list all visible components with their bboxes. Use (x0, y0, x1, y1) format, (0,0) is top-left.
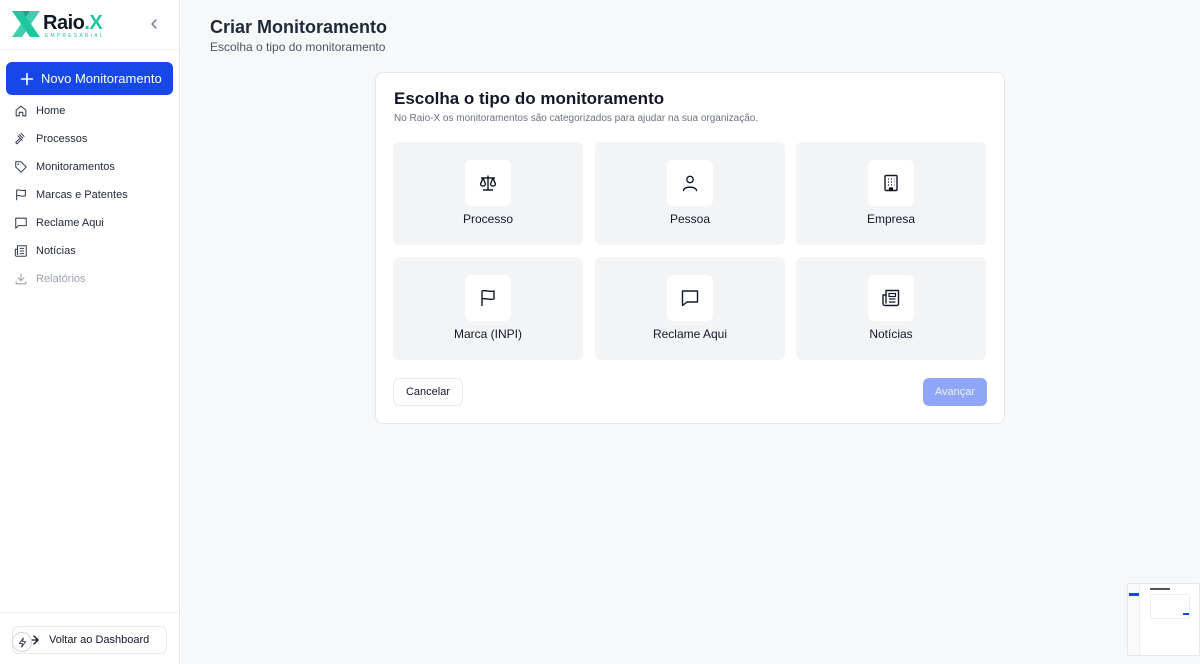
type-option-label: Pessoa (669, 212, 711, 226)
type-option-marca-inpi[interactable]: Marca (INPI) (393, 257, 583, 360)
type-option-label: Processo (462, 212, 514, 226)
sidebar-item-label: Reclame Aqui (36, 217, 104, 229)
sidebar: Raio.X EMPRESARIAL Novo Monitoramento Ho… (0, 0, 180, 664)
page-title: Criar Monitoramento (210, 17, 388, 37)
logo-row: Raio.X EMPRESARIAL (0, 0, 179, 50)
card-title: Escolha o tipo do monitoramento (394, 89, 665, 108)
next-button[interactable]: Avançar (923, 378, 987, 406)
sidebar-item-reclame-aqui[interactable]: Reclame Aqui (0, 209, 179, 237)
download-icon (15, 273, 27, 285)
card-description: No Raio-X os monitoramentos são categori… (394, 113, 759, 124)
thumbnail-title (1150, 588, 1170, 590)
logo-x-icon (12, 11, 40, 37)
sidebar-item-processos[interactable]: Processos (0, 125, 179, 153)
tile-icon-box (667, 160, 713, 206)
type-option-label: Reclame Aqui (652, 327, 728, 341)
logo[interactable]: Raio.X EMPRESARIAL (10, 9, 110, 41)
sidebar-item-home[interactable]: Home (0, 97, 179, 125)
type-option-label: Empresa (866, 212, 916, 226)
type-option-reclame-aqui[interactable]: Reclame Aqui (595, 257, 785, 360)
logo-subtitle: EMPRESARIAL (45, 33, 105, 39)
sidebar-item-monitoramentos[interactable]: Monitoramentos (0, 153, 179, 181)
type-option-empresa[interactable]: Empresa (796, 142, 986, 245)
tile-icon-box (465, 160, 511, 206)
flag-icon (481, 289, 495, 306)
screenshot-thumbnail[interactable] (1127, 583, 1200, 656)
thumbnail-button (1129, 593, 1139, 596)
thumbnail-card (1150, 594, 1190, 619)
sidebar-item-label: Marcas e Patentes (36, 189, 128, 201)
type-option-noticias[interactable]: Notícias (796, 257, 986, 360)
building-icon (884, 174, 898, 192)
new-monitoring-button[interactable]: Novo Monitoramento (6, 62, 173, 95)
chat-icon (681, 290, 699, 307)
type-option-processo[interactable]: Processo (393, 142, 583, 245)
sidebar-item-label: Relatórios (36, 273, 86, 285)
gavel-icon (15, 132, 25, 145)
newspaper-icon (14, 245, 27, 257)
chevron-left-icon[interactable] (146, 16, 162, 32)
monitoring-type-card: Escolha o tipo do monitoramento No Raio-… (375, 72, 1005, 424)
logo-text: Raio.X (43, 12, 103, 34)
cancel-button[interactable]: Cancelar (393, 378, 463, 406)
person-icon (682, 175, 698, 192)
bolt-icon[interactable] (12, 632, 32, 652)
scale-icon (479, 175, 497, 191)
sidebar-nav: Home Processos Monitoramentos Marcas e P… (0, 97, 179, 293)
sidebar-item-label: Monitoramentos (36, 161, 115, 173)
home-icon (15, 105, 27, 117)
newspaper-icon (882, 289, 900, 307)
new-monitoring-label: Novo Monitoramento (41, 71, 162, 86)
back-to-dashboard-button[interactable]: Voltar ao Dashboard (12, 626, 167, 654)
sidebar-item-label: Home (36, 105, 66, 117)
page-subtitle: Escolha o tipo do monitoramento (210, 40, 386, 54)
sidebar-item-marcas-patentes[interactable]: Marcas e Patentes (0, 181, 179, 209)
chat-icon (15, 217, 27, 229)
flag-icon (16, 189, 26, 201)
tile-icon-box (465, 275, 511, 321)
sidebar-item-noticias[interactable]: Notícias (0, 237, 179, 265)
plus-icon (20, 72, 34, 85)
thumbnail-next (1183, 613, 1189, 615)
sidebar-item-label: Processos (36, 133, 88, 145)
type-option-label: Notícias (869, 327, 913, 341)
sidebar-item-label: Notícias (36, 245, 76, 257)
type-option-pessoa[interactable]: Pessoa (595, 142, 785, 245)
sidebar-item-relatorios[interactable]: Relatórios (0, 265, 179, 293)
back-to-dashboard-label: Voltar ao Dashboard (49, 634, 150, 646)
tile-icon-box (868, 275, 914, 321)
type-option-label: Marca (INPI) (453, 327, 522, 341)
tile-icon-box (868, 160, 914, 206)
tag-icon (15, 161, 27, 173)
tile-icon-box (667, 275, 713, 321)
